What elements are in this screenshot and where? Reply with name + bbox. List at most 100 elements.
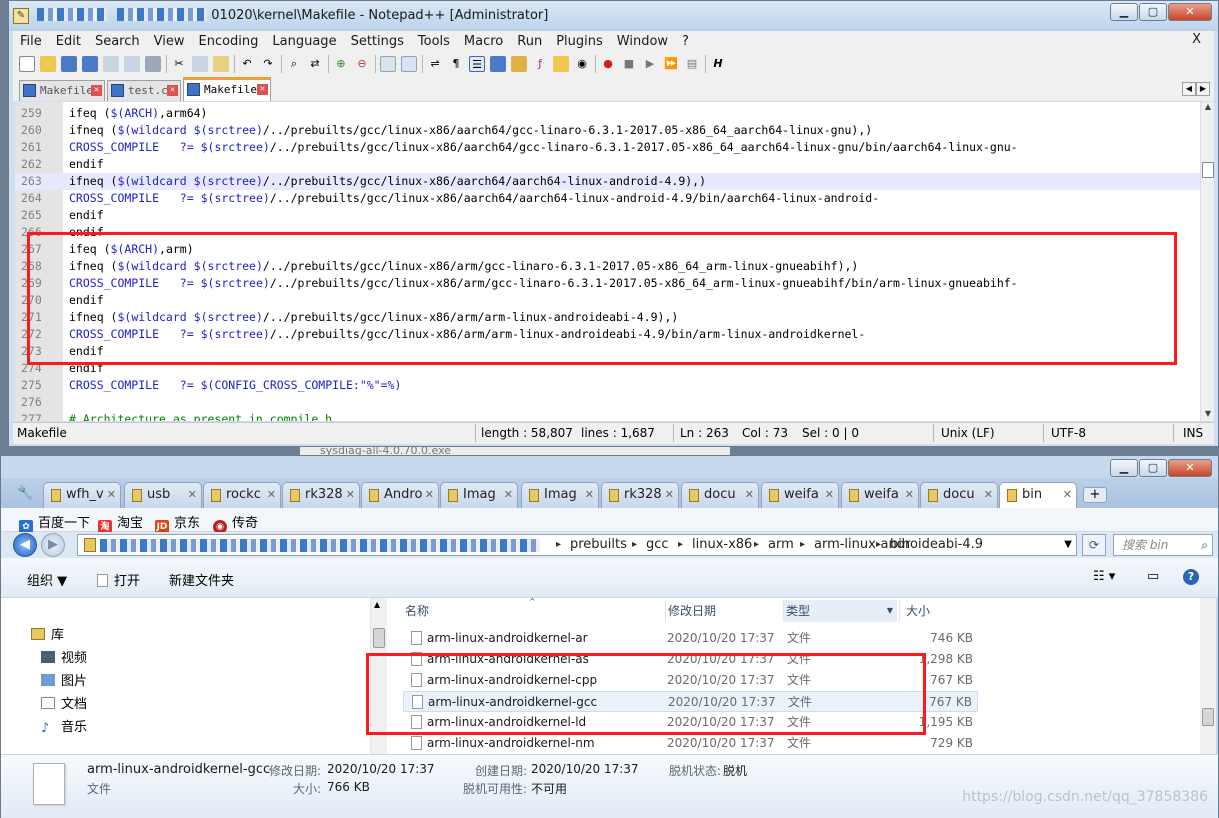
breadcrumb-item[interactable]: prebuilts bbox=[570, 535, 627, 555]
code-line[interactable]: 260 ifneq ($(wildcard $(srctree)/../prebu… bbox=[15, 122, 1201, 139]
breadcrumb-separator-icon[interactable]: ▸ bbox=[678, 535, 683, 555]
editor-vertical-scrollbar[interactable]: ▲ ▼ bbox=[1200, 102, 1214, 421]
breadcrumb-separator-icon[interactable]: ▸ bbox=[556, 535, 561, 555]
explorer-tab[interactable]: rk328 ✕ bbox=[601, 482, 679, 508]
menu-help[interactable]: ? bbox=[675, 34, 696, 49]
menu-plugins[interactable]: Plugins bbox=[549, 34, 610, 49]
tree-music[interactable]: ♪ 音乐 bbox=[41, 716, 87, 735]
forward-arrow-icon[interactable]: ▶ bbox=[41, 533, 65, 557]
explorer-tab[interactable]: Andro ✕ bbox=[361, 482, 439, 508]
tab-close-icon[interactable]: ✕ bbox=[267, 483, 276, 507]
npp-title-bar[interactable]: ✎ 01020\kernel\Makefile - Notepad++ [Adm… bbox=[9, 1, 1218, 31]
fav-taobao[interactable]: 淘淘宝 bbox=[98, 512, 143, 534]
file-row[interactable]: arm-linux-androidkernel-as 2020/10/20 17:… bbox=[403, 649, 978, 670]
code-line[interactable]: 266 endif bbox=[15, 224, 1201, 241]
code-line[interactable]: 276 bbox=[15, 394, 1201, 411]
code-line[interactable]: 267 ifeq ($(ARCH),arm) bbox=[15, 241, 1201, 258]
code-line[interactable]: 271 ifneq ($(wildcard $(srctree)/../prebu… bbox=[15, 309, 1201, 326]
breadcrumb-separator-icon[interactable]: ▸ bbox=[800, 535, 805, 555]
close-button[interactable]: ✕ bbox=[1168, 3, 1212, 21]
search-icon[interactable]: ⌕ bbox=[1201, 535, 1208, 555]
breadcrumb-item[interactable]: arm bbox=[768, 535, 794, 555]
open-file-icon[interactable] bbox=[40, 56, 56, 72]
address-dropdown-icon[interactable]: ▼ bbox=[1064, 535, 1072, 555]
file-row[interactable]: arm-linux-androidkernel-ar 2020/10/20 17:… bbox=[403, 628, 978, 649]
explorer-tab[interactable]: weifa ✕ bbox=[841, 482, 919, 508]
scroll-up-icon[interactable]: ▲ bbox=[374, 600, 380, 609]
close-document-x[interactable]: X bbox=[1185, 32, 1208, 47]
minimize-button[interactable]: ▁ bbox=[1110, 3, 1138, 21]
menu-settings[interactable]: Settings bbox=[344, 34, 411, 49]
menu-view[interactable]: View bbox=[147, 34, 192, 49]
code-line[interactable]: 261 CROSS_COMPILE ?= $(srctree)/../prebui… bbox=[15, 139, 1201, 156]
tab-scroll-right-icon[interactable]: ▶ bbox=[1196, 82, 1210, 96]
doc-tab-test-c[interactable]: test.c ✕ bbox=[107, 80, 181, 101]
file-row[interactable]: arm-linux-androidkernel-nm 2020/10/20 17:… bbox=[403, 733, 978, 754]
nav-pane-scrollbar[interactable]: ▲ bbox=[371, 598, 387, 754]
explorer-tab[interactable]: rk328 ✕ bbox=[282, 482, 360, 508]
run-macro-multiple-icon[interactable]: ⏩ bbox=[663, 56, 679, 72]
organize-button[interactable]: 组织 ▼ bbox=[27, 570, 67, 589]
code-line[interactable]: 274 endif bbox=[15, 360, 1201, 377]
explorer-tab[interactable]: docu ✕ bbox=[681, 482, 759, 508]
fav-baidu[interactable]: ✿ 百度一下 bbox=[19, 512, 90, 534]
close-file-icon[interactable] bbox=[103, 56, 119, 72]
maximize-button[interactable]: ▢ bbox=[1139, 459, 1167, 477]
back-arrow-icon[interactable]: ◀ bbox=[13, 533, 37, 557]
code-line[interactable]: 259 ifeq ($(ARCH),arm64) bbox=[15, 105, 1201, 122]
explorer-tab[interactable]: usb ✕ bbox=[124, 482, 202, 508]
file-row[interactable]: arm-linux-androidkernel-cpp 2020/10/20 17… bbox=[403, 670, 978, 691]
column-type[interactable]: 类型 ▼ bbox=[783, 600, 897, 622]
tree-videos[interactable]: 视频 bbox=[41, 647, 87, 666]
monitor-icon[interactable]: ◉ bbox=[574, 56, 590, 72]
explorer-tab[interactable]: wfh_v ✕ bbox=[43, 482, 121, 508]
address-bar[interactable]: ▼ ▸ prebuilts ▸ gcc ▸ linux-x86 ▸ arm ▸ arm-linux… bbox=[77, 534, 1077, 556]
doc-tab-makefile-1[interactable]: Makefile ✕ bbox=[19, 80, 105, 101]
close-all-icon[interactable] bbox=[124, 56, 140, 72]
explorer-tab[interactable]: Imag ✕ bbox=[521, 482, 599, 508]
search-input[interactable]: 搜索 bin ⌕ bbox=[1113, 534, 1213, 556]
scrollbar-thumb[interactable] bbox=[1202, 162, 1214, 178]
tab-close-icon[interactable]: ✕ bbox=[346, 483, 355, 507]
scrollbar-thumb[interactable] bbox=[373, 628, 385, 648]
undo-icon[interactable]: ↶ bbox=[239, 56, 255, 72]
preview-pane-icon[interactable]: ▭ bbox=[1147, 569, 1159, 584]
stop-macro-icon[interactable]: ■ bbox=[621, 56, 637, 72]
breadcrumb-separator-icon[interactable]: ▸ bbox=[632, 535, 637, 555]
code-line[interactable]: 277 # Architecture as present in compile.… bbox=[15, 411, 1201, 421]
menu-run[interactable]: Run bbox=[510, 34, 549, 49]
menu-search[interactable]: Search bbox=[88, 34, 147, 49]
save-all-icon[interactable] bbox=[82, 56, 98, 72]
menu-edit[interactable]: Edit bbox=[49, 34, 88, 49]
column-size[interactable]: 大小 bbox=[899, 600, 979, 622]
folder-workspace-icon[interactable] bbox=[553, 56, 569, 72]
tree-pictures[interactable]: 图片 bbox=[41, 670, 87, 689]
explorer-tab[interactable]: bin ✕ bbox=[999, 482, 1077, 508]
new-folder-button[interactable]: 新建文件夹 bbox=[169, 570, 234, 589]
scroll-down-icon[interactable]: ▼ bbox=[1201, 409, 1215, 421]
play-macro-icon[interactable]: ▶ bbox=[642, 56, 658, 72]
fav-jd[interactable]: JD 京东 bbox=[155, 512, 200, 534]
doc-tab-makefile-active[interactable]: Makefile ✕ bbox=[183, 77, 271, 101]
help-icon[interactable]: ? bbox=[1183, 569, 1199, 585]
zoom-in-icon[interactable]: ⊕ bbox=[333, 56, 349, 72]
tab-close-icon[interactable]: ✕ bbox=[425, 483, 434, 507]
view-options-icon[interactable]: ☷ ▾ bbox=[1093, 569, 1115, 584]
menu-macro[interactable]: Macro bbox=[457, 34, 510, 49]
save-icon[interactable] bbox=[61, 56, 77, 72]
wrench-icon[interactable]: 🔧 bbox=[17, 486, 33, 501]
tree-documents[interactable]: 文档 bbox=[41, 693, 87, 712]
explorer-tab[interactable]: docu ✕ bbox=[920, 482, 998, 508]
doc-map-icon[interactable] bbox=[511, 56, 527, 72]
redo-icon[interactable]: ↷ bbox=[260, 56, 276, 72]
cut-icon[interactable]: ✂ bbox=[171, 56, 187, 72]
tab-close-icon[interactable]: ✕ bbox=[167, 85, 178, 96]
file-row[interactable]: arm-linux-androidkernel-ld 2020/10/20 17:… bbox=[403, 712, 978, 733]
column-date[interactable]: 修改日期 bbox=[665, 600, 783, 622]
code-line[interactable]: 273 endif bbox=[15, 343, 1201, 360]
tab-close-icon[interactable]: ✕ bbox=[825, 483, 834, 507]
menu-window[interactable]: Window bbox=[610, 34, 675, 49]
tab-close-icon[interactable]: ✕ bbox=[1063, 483, 1072, 507]
column-filter-icon[interactable]: ▼ bbox=[887, 600, 893, 622]
breadcrumb-item[interactable]: gcc bbox=[646, 535, 669, 555]
